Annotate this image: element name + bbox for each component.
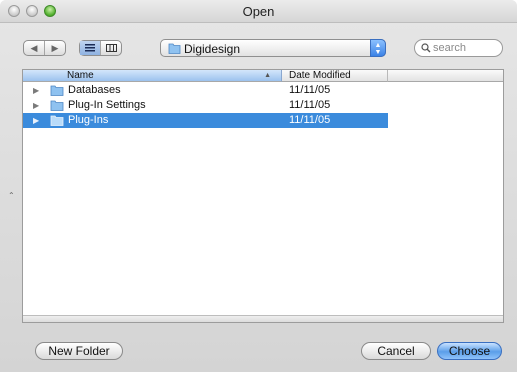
folder-icon [50,100,64,111]
file-name: Plug-In Settings [68,99,146,111]
list-item-selected[interactable]: ▶ Plug-Ins 11/11/05 [23,113,388,128]
forward-button[interactable]: ▶ [45,41,65,55]
window-title: Open [242,4,275,19]
search-icon [421,43,431,53]
sidebar-resize-handle[interactable]: ⌃ [8,191,15,200]
file-name: Databases [68,84,121,96]
back-button[interactable]: ◀ [24,41,45,55]
folder-icon [168,43,181,54]
file-browser[interactable]: Name ▲ Date Modified ▶ Databases 11/11/0… [22,69,504,323]
view-mode-control [79,40,122,56]
new-folder-button[interactable]: New Folder [35,342,123,360]
list-item[interactable]: ▶ Databases 11/11/05 [23,83,388,98]
column-view-button[interactable] [101,41,121,55]
back-forward-control: ◀ ▶ [23,40,66,56]
search-input[interactable] [433,41,497,55]
folder-icon [50,85,64,96]
cancel-button[interactable]: Cancel [361,342,431,360]
column-header-date-modified[interactable]: Date Modified [282,70,388,82]
file-date: 11/11/05 [289,84,331,96]
forward-arrow-icon: ▶ [51,42,59,53]
back-arrow-icon: ◀ [30,42,38,53]
popup-arrows-icon: ▲ ▼ [370,39,386,57]
location-label: Digidesign [184,42,241,56]
list-item[interactable]: ▶ Plug-In Settings 11/11/05 [23,98,388,113]
horizontal-scrollbar[interactable] [23,315,503,322]
sort-ascending-icon: ▲ [264,72,271,79]
choose-button[interactable]: Choose [437,342,502,360]
file-date: 11/11/05 [289,114,331,126]
disclosure-triangle-icon[interactable]: ▶ [33,101,39,110]
file-date: 11/11/05 [289,99,331,111]
title-bar[interactable]: Open [0,0,517,23]
disclosure-triangle-icon[interactable]: ▶ [33,86,39,95]
list-view-icon [85,44,95,52]
folder-icon [50,115,64,126]
column-header-date-label: Date Modified [289,70,351,81]
disclosure-triangle-icon[interactable]: ▶ [33,116,39,125]
column-view-icon [105,44,117,52]
open-dialog: Open ◀ ▶ Digidesign ▲ ▼ search Name ▲ Da… [0,0,517,372]
file-name: Plug-Ins [68,114,109,126]
column-header-name[interactable]: Name ▲ [23,70,282,82]
search-box[interactable] [414,39,503,57]
column-header-empty [388,70,503,82]
column-header-name-label: Name [67,70,94,81]
location-popup[interactable]: Digidesign ▲ ▼ [160,39,386,57]
list-view-button[interactable] [80,41,101,55]
